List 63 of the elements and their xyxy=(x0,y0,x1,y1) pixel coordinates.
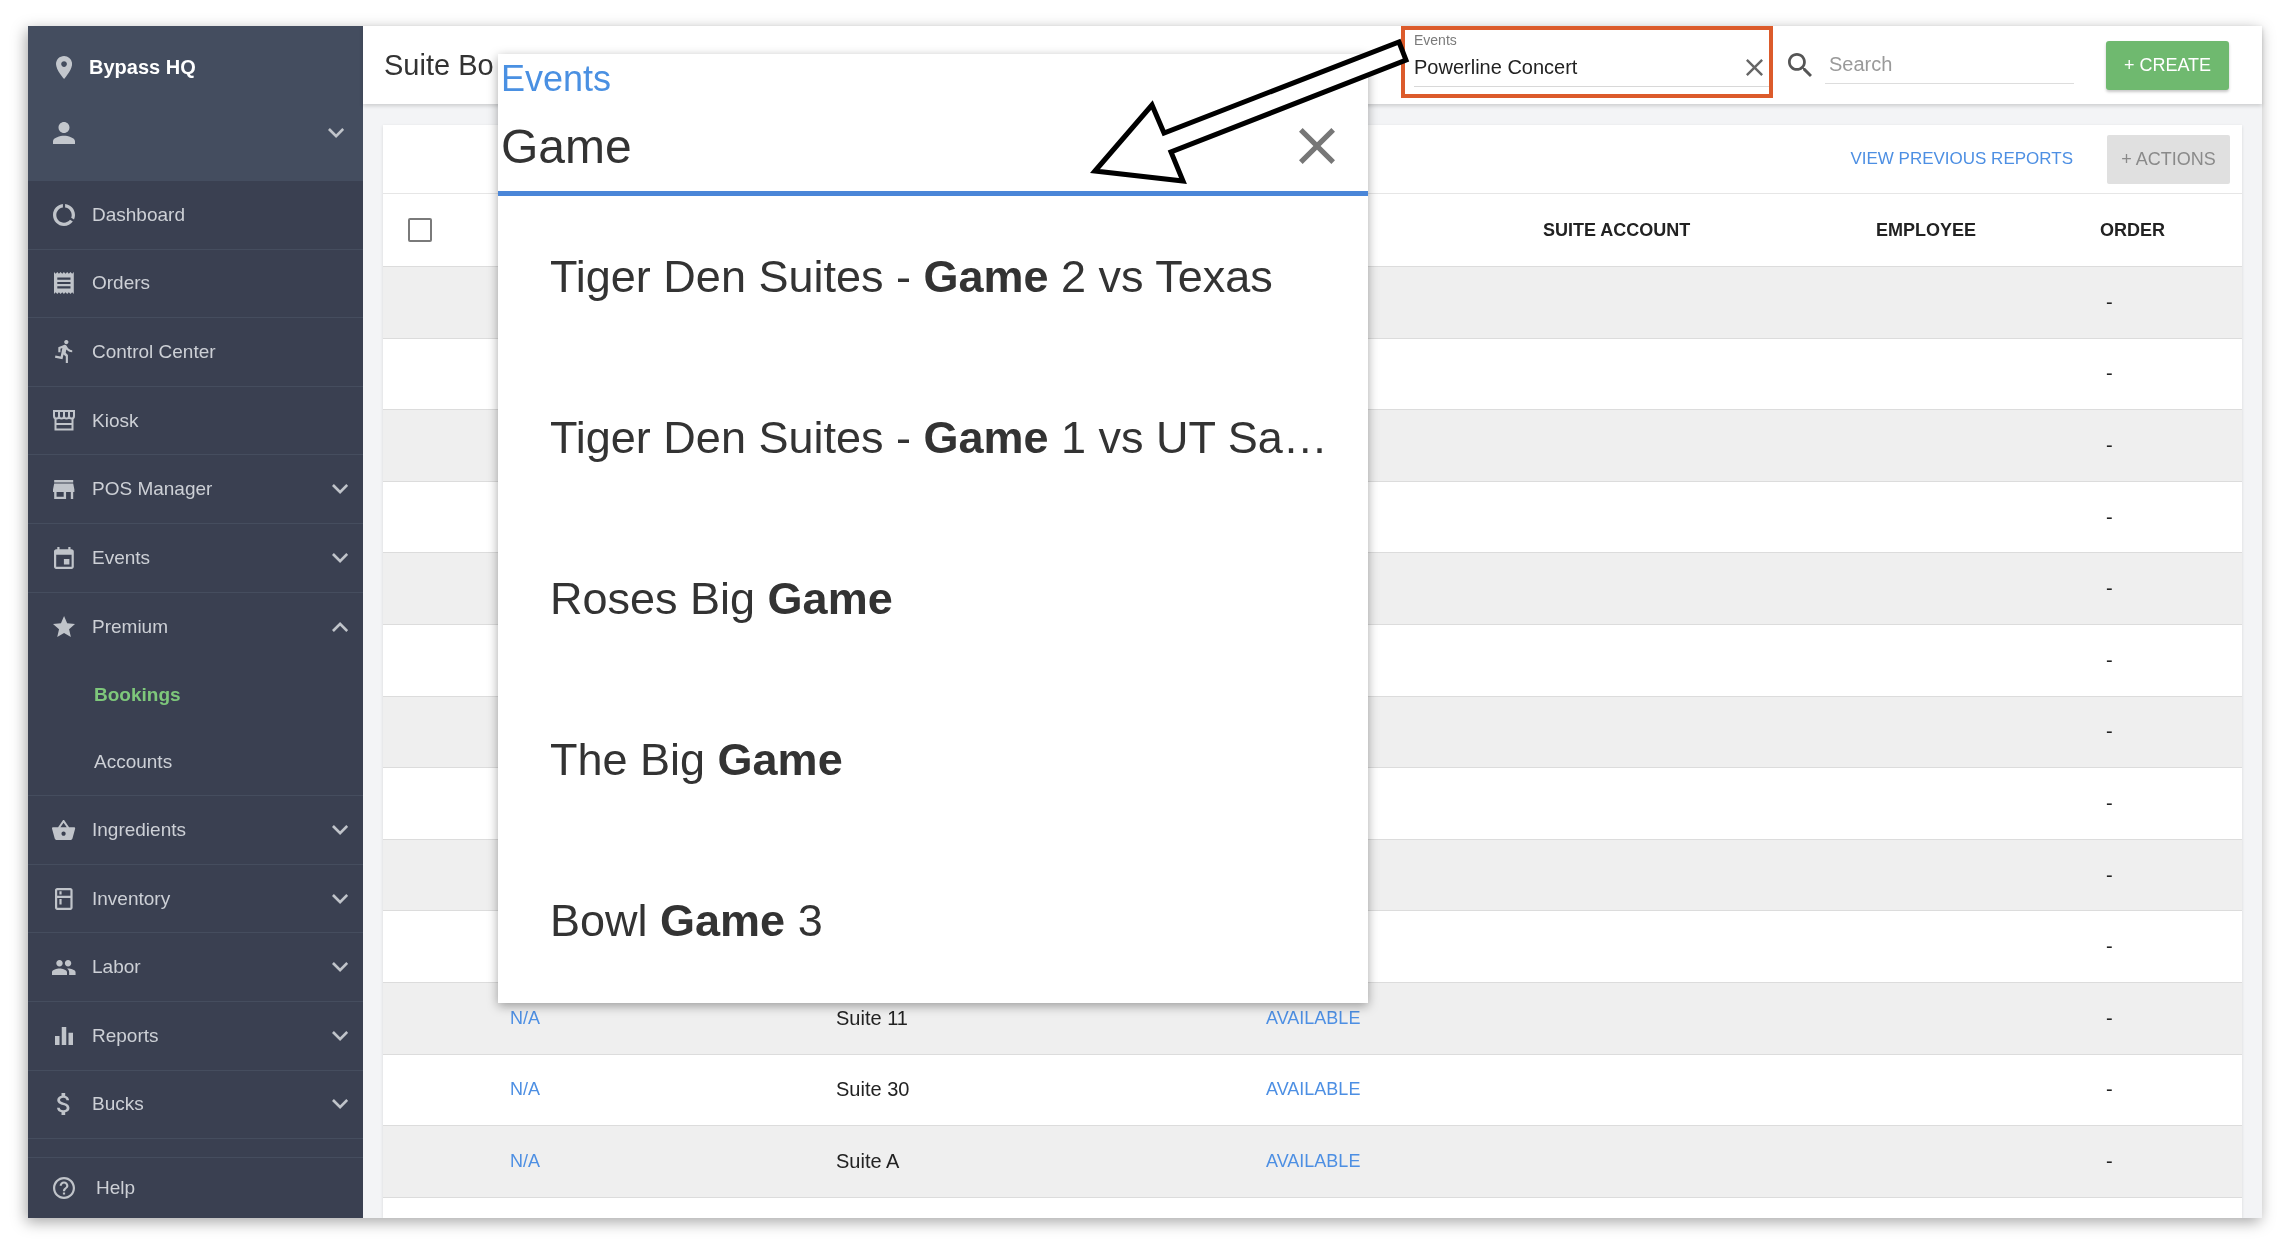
venue-name[interactable]: Bypass HQ xyxy=(89,55,196,79)
chevron-up-icon[interactable] xyxy=(331,621,348,632)
table-cell: - xyxy=(2106,1149,2113,1173)
basket-icon xyxy=(52,819,76,840)
dropdown-option[interactable]: The Big Game xyxy=(498,679,1368,840)
column-header[interactable]: SUITE ACCOUNT xyxy=(1543,219,1691,241)
table-link[interactable]: N/A xyxy=(510,1079,540,1101)
help-icon xyxy=(53,1177,75,1199)
page-title: Suite Bo xyxy=(384,48,494,82)
table-cell: - xyxy=(2106,434,2113,457)
table-cell: - xyxy=(2106,290,2113,314)
dropdown-option[interactable]: Bowl Game 3 xyxy=(498,840,1368,1001)
dollar-icon xyxy=(56,1093,71,1116)
store-icon xyxy=(53,479,75,499)
clear-icon[interactable] xyxy=(1746,58,1763,76)
fridge-icon xyxy=(55,887,73,910)
table-cell: Suite 11 xyxy=(836,1006,908,1030)
running-person-icon xyxy=(55,340,73,364)
table-cell: Suite A xyxy=(836,1149,900,1173)
sidebar-item[interactable]: Events xyxy=(28,523,363,593)
dropdown-option[interactable]: Tiger Den Suites - Game 1 vs UT Sa… xyxy=(498,357,1368,518)
table-cell: - xyxy=(2106,577,2113,601)
select-all-checkbox[interactable] xyxy=(408,218,432,242)
donut-chart-icon xyxy=(53,203,75,226)
chevron-down-icon[interactable] xyxy=(331,552,348,563)
table-cell: - xyxy=(2106,863,2113,887)
close-icon[interactable] xyxy=(1299,128,1335,164)
table-cell: - xyxy=(2106,1078,2113,1102)
bar-chart-icon xyxy=(55,1026,73,1045)
search-icon[interactable] xyxy=(1788,53,1812,77)
sidebar-item[interactable]: Orders xyxy=(28,249,363,319)
person-icon xyxy=(53,122,75,144)
table-cell: - xyxy=(2106,935,2113,959)
sidebar-subitem[interactable]: Accounts xyxy=(28,728,363,796)
chevron-down-icon[interactable] xyxy=(331,1099,348,1110)
dropdown-option[interactable]: Tiger Den Suites - Game 2 vs Texas xyxy=(498,196,1368,357)
column-header[interactable]: ORDER xyxy=(2100,219,2165,241)
sidebar-item[interactable]: Ingredients xyxy=(28,796,363,865)
chevron-down-icon[interactable] xyxy=(331,824,348,835)
table-cell: - xyxy=(2106,791,2113,815)
people-icon xyxy=(52,959,76,975)
chevron-down-icon[interactable] xyxy=(331,484,348,495)
storefront-icon xyxy=(53,410,75,432)
location-pin-icon xyxy=(55,55,73,79)
table-cell: - xyxy=(2106,362,2113,386)
table-cell: - xyxy=(2106,1006,2113,1030)
event-filter-field[interactable]: Events Powerline Concert xyxy=(1414,32,1769,87)
sidebar-subitem[interactable]: Bookings xyxy=(28,661,363,729)
sidebar-item[interactable]: POS Manager xyxy=(28,455,363,524)
receipt-icon xyxy=(54,272,74,295)
table-cell: - xyxy=(2106,720,2113,744)
chevron-down-icon[interactable] xyxy=(327,128,344,138)
column-header[interactable]: EMPLOYEE xyxy=(1876,219,1977,241)
chevron-down-icon[interactable] xyxy=(331,1030,348,1041)
chevron-down-icon[interactable] xyxy=(331,962,348,973)
chevron-down-icon[interactable] xyxy=(331,893,348,904)
table-cell: - xyxy=(2106,648,2113,672)
table-cell: Suite 30 xyxy=(836,1078,910,1102)
star-icon xyxy=(52,616,76,638)
dropdown-option[interactable]: Roses Big Game xyxy=(498,518,1368,679)
calendar-icon xyxy=(54,546,74,569)
sidebar-item[interactable]: Premium xyxy=(28,592,363,662)
table-cell: - xyxy=(2106,505,2113,529)
